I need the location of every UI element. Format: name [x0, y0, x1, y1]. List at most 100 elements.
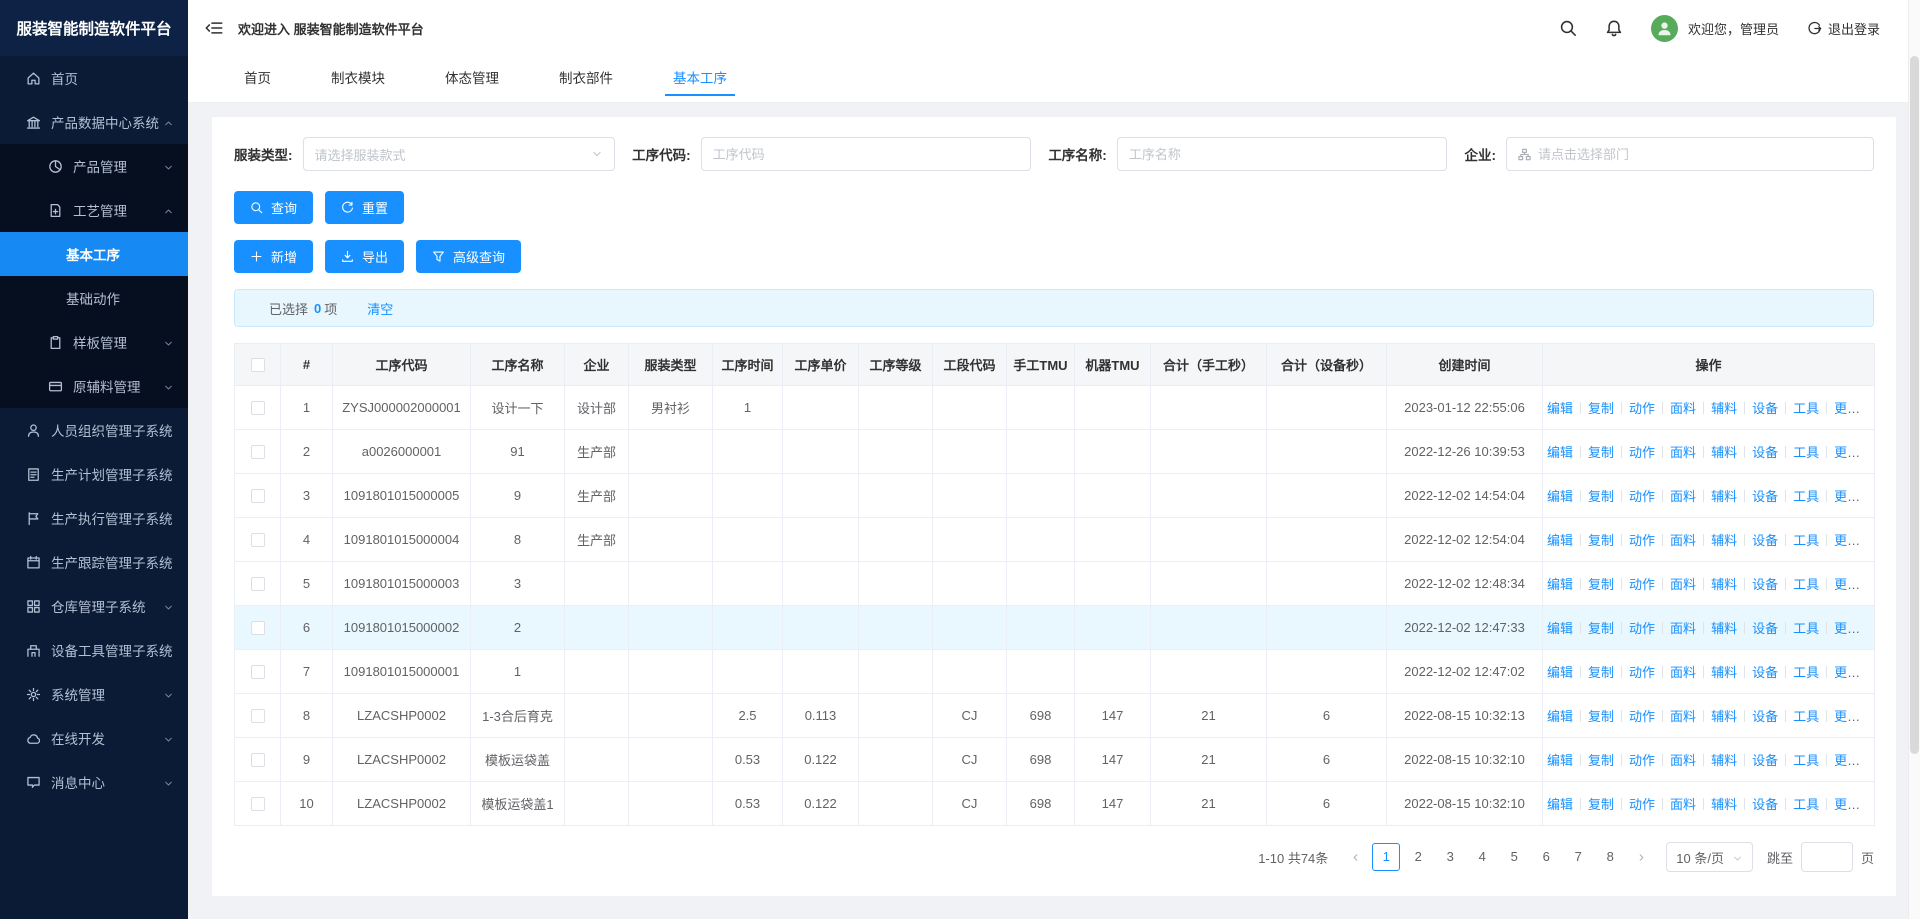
row-action-link[interactable]: 编辑: [1547, 489, 1573, 504]
row-action-link[interactable]: 设备: [1752, 533, 1778, 548]
row-checkbox[interactable]: [250, 533, 265, 548]
row-checkbox[interactable]: [250, 445, 265, 460]
row-action-link[interactable]: 动作: [1629, 797, 1655, 812]
sidebar-item[interactable]: 生产跟踪管理子系统: [0, 540, 188, 584]
row-action-link[interactable]: 工具: [1793, 445, 1819, 460]
page-number[interactable]: 7: [1564, 843, 1592, 871]
page-number[interactable]: 8: [1596, 843, 1624, 871]
row-action-link[interactable]: 面料: [1670, 445, 1696, 460]
row-action-link[interactable]: 工具: [1793, 709, 1819, 724]
row-action-link[interactable]: 复制: [1588, 665, 1614, 680]
row-action-link[interactable]: 编辑: [1547, 621, 1573, 636]
row-action-link[interactable]: 设备: [1752, 489, 1778, 504]
tab-item[interactable]: 体态管理: [415, 56, 529, 102]
row-checkbox[interactable]: [250, 621, 265, 636]
row-checkbox[interactable]: [250, 797, 265, 812]
row-action-link[interactable]: 复制: [1588, 533, 1614, 548]
row-action-link[interactable]: 工具: [1793, 621, 1819, 636]
tab-item[interactable]: 首页: [214, 56, 301, 102]
row-action-link[interactable]: 辅料: [1711, 577, 1737, 592]
row-action-link[interactable]: 面料: [1670, 621, 1696, 636]
sidebar-item[interactable]: 产品管理: [0, 144, 188, 188]
row-action-link[interactable]: 动作: [1629, 621, 1655, 636]
row-action-link[interactable]: 复制: [1588, 577, 1614, 592]
tab-item[interactable]: 制衣部件: [529, 56, 643, 102]
page-number[interactable]: 4: [1468, 843, 1496, 871]
row-action-link[interactable]: 动作: [1629, 709, 1655, 724]
page-number[interactable]: 2: [1404, 843, 1432, 871]
export-button[interactable]: 导出: [325, 240, 405, 273]
row-action-link[interactable]: 动作: [1629, 753, 1655, 768]
row-action-link[interactable]: 面料: [1670, 665, 1696, 680]
row-action-link[interactable]: 面料: [1670, 709, 1696, 724]
sidebar-item[interactable]: 首页: [0, 56, 188, 100]
jump-page-input[interactable]: [1800, 842, 1853, 872]
row-action-link[interactable]: 更多: [1834, 533, 1860, 548]
row-action-link[interactable]: 工具: [1793, 797, 1819, 812]
row-action-link[interactable]: 辅料: [1711, 665, 1737, 680]
row-action-link[interactable]: 复制: [1588, 445, 1614, 460]
row-action-link[interactable]: 面料: [1670, 577, 1696, 592]
logout-button[interactable]: 退出登录: [1807, 19, 1880, 38]
page-number[interactable]: 3: [1436, 843, 1464, 871]
row-action-link[interactable]: 动作: [1629, 489, 1655, 504]
query-button[interactable]: 查询: [234, 191, 314, 224]
row-action-link[interactable]: 面料: [1670, 533, 1696, 548]
tab-item[interactable]: 制衣模块: [301, 56, 415, 102]
row-action-link[interactable]: 动作: [1629, 577, 1655, 592]
prev-page-icon[interactable]: [1344, 843, 1366, 871]
row-action-link[interactable]: 动作: [1629, 665, 1655, 680]
sidebar-item[interactable]: 基础动作: [0, 276, 188, 320]
row-action-link[interactable]: 复制: [1588, 401, 1614, 416]
row-action-link[interactable]: 复制: [1588, 709, 1614, 724]
row-action-link[interactable]: 更多: [1834, 401, 1860, 416]
row-action-link[interactable]: 编辑: [1547, 709, 1573, 724]
row-action-link[interactable]: 设备: [1752, 753, 1778, 768]
sidebar-item[interactable]: 生产执行管理子系统: [0, 496, 188, 540]
row-action-link[interactable]: 设备: [1752, 577, 1778, 592]
row-action-link[interactable]: 更多: [1834, 577, 1860, 592]
bell-icon[interactable]: [1605, 19, 1623, 37]
row-action-link[interactable]: 编辑: [1547, 797, 1573, 812]
row-action-link[interactable]: 编辑: [1547, 533, 1573, 548]
row-action-link[interactable]: 更多: [1834, 621, 1860, 636]
sidebar-item[interactable]: 消息中心: [0, 760, 188, 804]
row-action-link[interactable]: 动作: [1629, 533, 1655, 548]
advanced-query-button[interactable]: 高级查询: [416, 240, 522, 273]
row-action-link[interactable]: 辅料: [1711, 401, 1737, 416]
page-number[interactable]: 6: [1532, 843, 1560, 871]
tab-item[interactable]: 基本工序: [643, 56, 757, 102]
select-all-checkbox[interactable]: [250, 358, 265, 373]
sidebar-item[interactable]: 生产计划管理子系统: [0, 452, 188, 496]
page-size-select[interactable]: 10 条/页: [1666, 842, 1753, 872]
row-action-link[interactable]: 更多: [1834, 797, 1860, 812]
row-action-link[interactable]: 设备: [1752, 445, 1778, 460]
row-checkbox[interactable]: [250, 753, 265, 768]
row-action-link[interactable]: 编辑: [1547, 401, 1573, 416]
row-action-link[interactable]: 更多: [1834, 445, 1860, 460]
row-action-link[interactable]: 更多: [1834, 753, 1860, 768]
row-action-link[interactable]: 工具: [1793, 753, 1819, 768]
next-page-icon[interactable]: [1630, 843, 1652, 871]
row-action-link[interactable]: 辅料: [1711, 753, 1737, 768]
row-action-link[interactable]: 设备: [1752, 621, 1778, 636]
row-action-link[interactable]: 编辑: [1547, 577, 1573, 592]
row-action-link[interactable]: 编辑: [1547, 445, 1573, 460]
sidebar-item[interactable]: 在线开发: [0, 716, 188, 760]
row-action-link[interactable]: 编辑: [1547, 665, 1573, 680]
row-action-link[interactable]: 面料: [1670, 797, 1696, 812]
row-checkbox[interactable]: [250, 489, 265, 504]
row-action-link[interactable]: 复制: [1588, 753, 1614, 768]
page-number[interactable]: 5: [1500, 843, 1528, 871]
sidebar-item[interactable]: 系统管理: [0, 672, 188, 716]
row-checkbox[interactable]: [250, 401, 265, 416]
sidebar-item[interactable]: 工艺管理: [0, 188, 188, 232]
row-action-link[interactable]: 设备: [1752, 709, 1778, 724]
row-action-link[interactable]: 辅料: [1711, 489, 1737, 504]
sidebar-item[interactable]: 设备工具管理子系统: [0, 628, 188, 672]
garment-type-select[interactable]: 请选择服装款式: [302, 137, 615, 171]
row-action-link[interactable]: 工具: [1793, 489, 1819, 504]
row-checkbox[interactable]: [250, 665, 265, 680]
scrollbar-thumb[interactable]: [1910, 56, 1919, 755]
row-action-link[interactable]: 复制: [1588, 797, 1614, 812]
